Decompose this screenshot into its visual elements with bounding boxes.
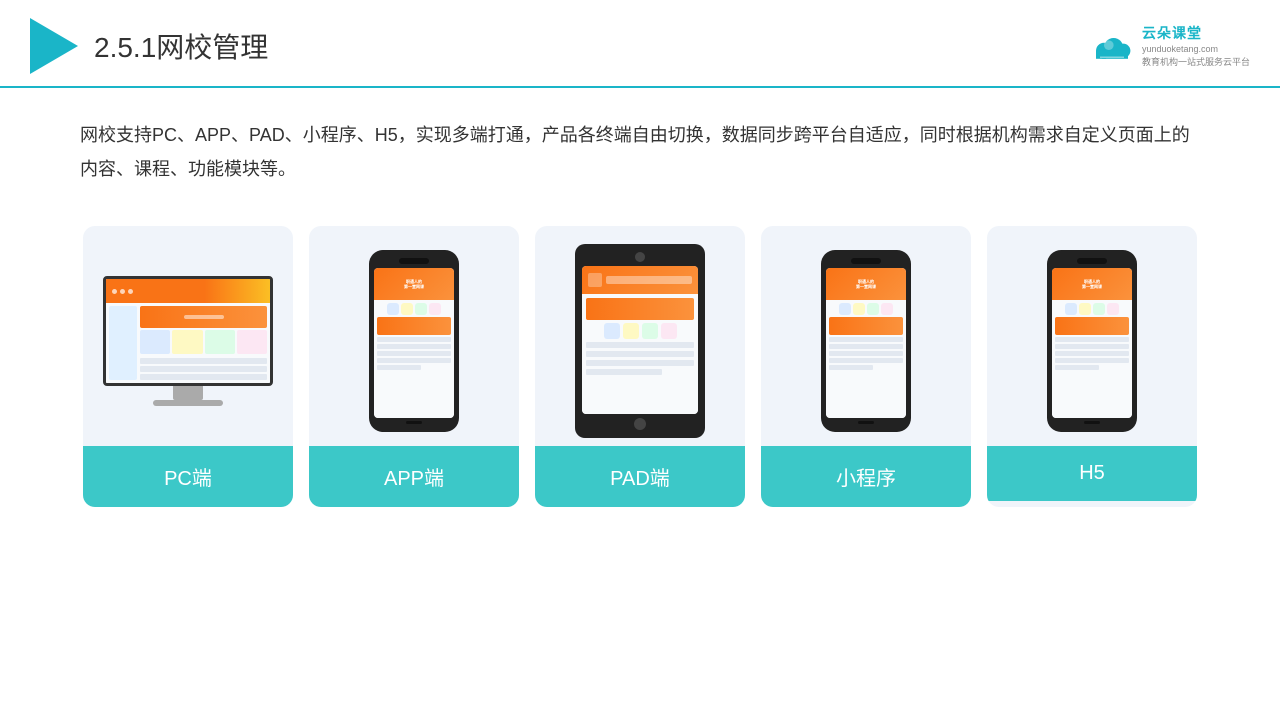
logo-triangle-icon bbox=[30, 18, 78, 74]
pc-monitor-icon bbox=[103, 276, 273, 406]
brand-logo: 云朵课堂 yunduoketang.com 教育机构一站式服务云平台 bbox=[1088, 24, 1250, 69]
cloud-icon bbox=[1088, 30, 1136, 62]
phone-mock-h5: 职通人的第一堂网课 bbox=[1047, 250, 1137, 432]
page-title: 2.5.1网校管理 bbox=[94, 26, 268, 66]
phone-mock-app: 职通人的第一堂网课 bbox=[369, 250, 459, 432]
page-header: 2.5.1网校管理 云朵课堂 yunduoketang.com 教育机构一站式服… bbox=[0, 0, 1280, 88]
card-pad-label: PAD端 bbox=[535, 446, 745, 507]
brand-url: yunduoketang.com bbox=[1142, 43, 1250, 56]
card-pad-image bbox=[535, 226, 745, 446]
card-h5: 职通人的第一堂网课 bbox=[987, 226, 1197, 507]
brand-name: 云朵课堂 bbox=[1142, 24, 1250, 44]
description-text: 网校支持PC、APP、PAD、小程序、H5，实现多端打通，产品各终端自由切换，数… bbox=[0, 88, 1280, 196]
phone-mock-mini: 职通人的第一堂网课 bbox=[821, 250, 911, 432]
card-pad: PAD端 bbox=[535, 226, 745, 507]
card-pc: PC端 bbox=[83, 226, 293, 507]
header-right: 云朵课堂 yunduoketang.com 教育机构一站式服务云平台 bbox=[1088, 24, 1250, 69]
tablet-mock bbox=[575, 244, 705, 438]
cards-container: PC端 职通人的第一堂网课 bbox=[0, 206, 1280, 527]
brand-text: 云朵课堂 yunduoketang.com 教育机构一站式服务云平台 bbox=[1142, 24, 1250, 69]
card-h5-image: 职通人的第一堂网课 bbox=[987, 226, 1197, 446]
card-pc-image bbox=[83, 226, 293, 446]
card-app-label: APP端 bbox=[309, 446, 519, 507]
card-miniprogram-image: 职通人的第一堂网课 bbox=[761, 226, 971, 446]
card-h5-label: H5 bbox=[987, 446, 1197, 501]
card-pc-label: PC端 bbox=[83, 446, 293, 507]
header-left: 2.5.1网校管理 bbox=[30, 18, 268, 74]
card-app: 职通人的第一堂网课 bbox=[309, 226, 519, 507]
card-miniprogram-label: 小程序 bbox=[761, 446, 971, 507]
card-app-image: 职通人的第一堂网课 bbox=[309, 226, 519, 446]
brand-slogan: 教育机构一站式服务云平台 bbox=[1142, 56, 1250, 69]
card-miniprogram: 职通人的第一堂网课 bbox=[761, 226, 971, 507]
